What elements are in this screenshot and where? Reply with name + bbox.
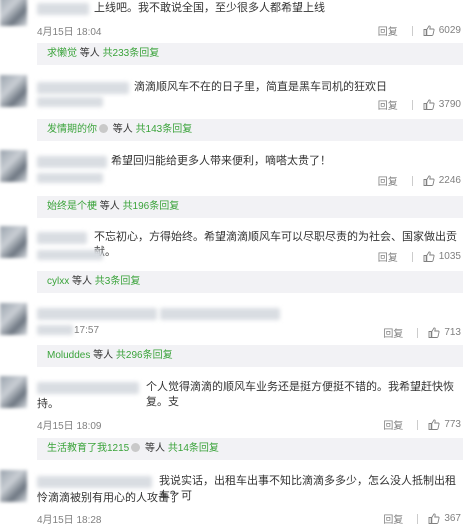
avatar[interactable] [0,376,27,408]
comment-actions: 回复 1035 [378,249,461,264]
comment-time: 17:57 [74,325,100,336]
comment-time [37,173,103,183]
divider [417,419,419,430]
comment-text: 上线吧。我不敢说全国，至少很多人都希望上线 [94,2,325,14]
reply-summary[interactable]: 始终是个梗 等人 共196条回复 [37,196,463,218]
reply-button[interactable]: 回复 [383,417,403,432]
comment-text: 持。 [37,398,59,410]
divider [411,175,413,186]
comment-actions: 回复 6029 [378,23,461,38]
reply-mid: 等人 [99,201,120,212]
like-button[interactable]: 3790 [423,99,461,110]
like-button[interactable]: 2246 [423,175,461,186]
reply-mid: 等人 [79,48,100,59]
comment-date [37,325,73,335]
like-count: 367 [444,513,461,524]
comment-actions: 回复 3790 [378,97,461,112]
reply-user[interactable]: 生活教育了我1215 [47,443,129,454]
avatar[interactable] [0,75,27,107]
reply-mid: 等人 [93,350,114,361]
badge-icon [99,124,108,133]
divider [411,99,413,110]
avatar[interactable] [0,470,27,502]
comment-time: 4月15日 18:09 [37,421,102,432]
username[interactable] [37,382,139,394]
username[interactable] [37,3,89,15]
badge-icon [131,443,141,452]
reply-count[interactable]: 共296条回复 [116,350,173,361]
thumbs-up-icon [428,513,440,524]
comment-time [37,97,103,107]
reply-button[interactable]: 回复 [378,173,398,188]
like-count: 713 [444,327,461,338]
username[interactable] [37,232,87,244]
reply-mid: 等人 [112,124,133,135]
like-count: 6029 [438,25,461,36]
avatar[interactable] [0,303,27,335]
thumbs-up-icon [428,327,440,338]
thumbs-up-icon [423,25,435,36]
reply-summary[interactable]: 生活教育了我1215 等人 共14条回复 [37,438,463,460]
reply-count[interactable]: 共196条回复 [123,201,180,212]
like-count: 3790 [438,99,461,110]
comment-time: 4月15日 18:04 [37,27,102,38]
comment-text: 我说实话，出租车出事不知比滴滴多多少，怎么没人抵制出租车？可 [159,475,456,502]
reply-mid: 等人 [72,276,93,287]
reply-button[interactable]: 回复 [383,325,403,340]
comment-actions: 回复 2246 [378,173,461,188]
comment-text: 滴滴顺风车不在的日子里，简直是黑车司机的狂欢日 [134,81,387,93]
username[interactable] [37,308,157,320]
like-button[interactable]: 713 [428,327,461,338]
thumbs-up-icon [428,419,440,430]
divider [411,251,413,262]
comment-actions: 回复 773 [383,417,461,432]
reply-count[interactable]: 共233条回复 [103,48,160,59]
username[interactable] [37,476,152,488]
like-count: 2246 [438,175,461,186]
avatar[interactable] [0,226,27,258]
reply-button[interactable]: 回复 [378,23,398,38]
reply-button[interactable]: 回复 [383,511,403,526]
like-button[interactable]: 1035 [423,251,461,262]
reply-user[interactable]: Moluddes [47,350,90,361]
like-count: 1035 [438,251,461,262]
comment-text: 希望回归能给更多人带来便利，嘀嗒太贵了！ [111,155,331,167]
divider [411,25,413,36]
comment-time: 4月15日 18:28 [37,515,102,526]
reply-user[interactable]: cylxx [47,276,69,287]
avatar[interactable] [0,150,27,182]
comment-text: 怜滴滴被别有用心的人攻击了 [37,492,180,504]
comment-text: 个人觉得滴滴的顺风车业务还是挺方便挺不错的。我希望赶快恢复。支 [146,381,454,408]
comment-text [160,308,280,320]
avatar[interactable] [0,0,27,26]
like-button[interactable]: 367 [428,513,461,524]
reply-summary[interactable]: 发情期的你 等人 共143条回复 [37,119,463,141]
username[interactable] [37,156,107,168]
like-count: 773 [444,419,461,430]
thumbs-up-icon [423,175,435,186]
username[interactable] [37,82,129,94]
reply-user[interactable]: 发情期的你 [47,124,97,135]
reply-user[interactable]: 始终是个梗 [47,201,97,212]
reply-summary[interactable]: cylxx 等人 共3条回复 [37,271,463,293]
thumbs-up-icon [423,99,435,110]
reply-count[interactable]: 共14条回复 [168,443,219,454]
reply-user[interactable]: 求懒觉 [47,48,77,59]
thumbs-up-icon [423,251,435,262]
comment-actions: 回复 713 [383,325,461,340]
divider [417,513,419,524]
comment-actions: 回复 367 [383,511,461,526]
like-button[interactable]: 6029 [423,25,461,36]
reply-mid: 等人 [145,443,166,454]
comment-time [37,250,103,260]
reply-summary[interactable]: 求懒觉 等人 共233条回复 [37,43,463,65]
reply-button[interactable]: 回复 [378,97,398,112]
reply-button[interactable]: 回复 [378,249,398,264]
divider [417,327,419,338]
like-button[interactable]: 773 [428,419,461,430]
reply-count[interactable]: 共143条回复 [136,124,193,135]
reply-summary[interactable]: Moluddes 等人 共296条回复 [37,345,463,367]
reply-count[interactable]: 共3条回复 [95,276,141,287]
